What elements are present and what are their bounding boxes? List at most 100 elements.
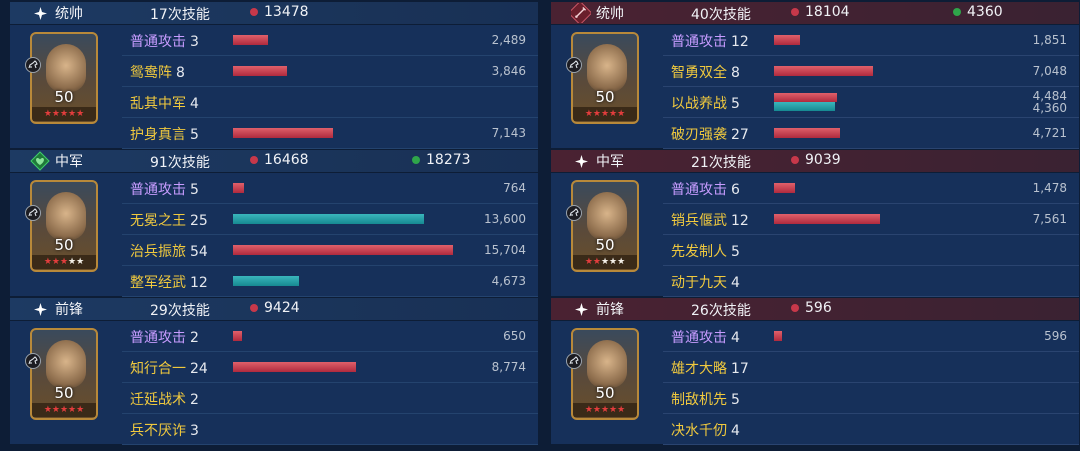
skill-name-text: 普通攻击 — [130, 330, 186, 346]
damage-value: 9039 — [805, 152, 841, 168]
right-team-column: 统帅 40次技能 18104 4360 50 ★★★★★ 普通攻击 12 1,851 智勇双全 8 7… — [551, 0, 1079, 451]
star-icon — [571, 299, 591, 319]
skill-row[interactable]: 无冕之王 25 13,600 — [122, 204, 538, 235]
level-label: 50 — [54, 88, 74, 106]
skill-row[interactable]: 迁延战术 2 — [122, 383, 538, 414]
skill-row[interactable]: 智勇双全 8 7,048 — [663, 56, 1079, 87]
general-header: 中军 21次技能 9039 — [551, 150, 1079, 172]
row-divider — [663, 444, 1079, 445]
level-label: 50 — [595, 236, 615, 254]
damage-value: 596 — [1044, 329, 1067, 343]
skill-row[interactable]: 销兵偃武 12 7,561 — [663, 204, 1079, 235]
skill-row[interactable]: 普通攻击 4 596 — [663, 321, 1079, 352]
general-portrait[interactable]: 50 ★★★★★ — [571, 32, 639, 124]
damage-total: 9424 — [250, 300, 300, 316]
skill-name: 普通攻击 3 — [130, 31, 199, 51]
skill-row[interactable]: 整军经武 12 4,673 — [122, 266, 538, 297]
role-label: 中军 — [30, 150, 83, 172]
skill-name: 迁延战术 2 — [130, 389, 199, 409]
horse-icon — [25, 205, 41, 221]
skill-row[interactable]: 破刃强袭 27 4,721 — [663, 118, 1079, 149]
skill-row[interactable]: 护身真言 5 7,143 — [122, 118, 538, 149]
damage-bar — [774, 93, 837, 102]
skill-name-text: 制敌机先 — [671, 392, 727, 408]
skill-name: 制敌机先 5 — [671, 389, 740, 409]
skill-use-count: 8 — [176, 65, 185, 81]
skill-name-text: 乱其中军 — [130, 96, 186, 112]
role-name: 前锋 — [55, 302, 83, 318]
damage-value: 16468 — [264, 152, 309, 168]
skill-row[interactable]: 普通攻击 5 764 — [122, 173, 538, 204]
damage-bar — [233, 331, 242, 341]
general-header: 统帅 40次技能 18104 4360 — [551, 2, 1079, 24]
skill-row[interactable]: 鸳鸯阵 8 3,846 — [122, 56, 538, 87]
general-portrait[interactable]: 50 ★★★★★ — [30, 328, 98, 420]
skill-use-count: 8 — [731, 65, 740, 81]
skill-row[interactable]: 乱其中军 4 — [122, 87, 538, 118]
skill-use-count: 5 — [731, 96, 740, 112]
heal-bar — [774, 102, 835, 111]
skill-name: 普通攻击 5 — [130, 179, 199, 199]
damage-dot-icon — [250, 156, 258, 164]
skill-row[interactable]: 普通攻击 3 2,489 — [122, 25, 538, 56]
skill-row[interactable]: 知行合一 24 8,774 — [122, 352, 538, 383]
skill-name-text: 知行合一 — [130, 361, 186, 377]
role-label: 中军 — [571, 150, 624, 172]
general-header: 统帅 17次技能 13478 — [10, 2, 538, 24]
damage-value: 18104 — [805, 4, 850, 20]
heal-bar — [233, 276, 299, 286]
skill-row[interactable]: 普通攻击 2 650 — [122, 321, 538, 352]
skill-name-text: 普通攻击 — [671, 182, 727, 198]
general-header: 前锋 26次技能 596 — [551, 298, 1079, 320]
heal-dot-icon — [412, 156, 420, 164]
damage-value: 7,143 — [491, 126, 526, 140]
skill-name-text: 销兵偃武 — [671, 213, 727, 229]
left-team-column: 统帅 17次技能 13478 50 ★★★★★ 普通攻击 3 2,489 鸳鸯阵 8 3,846 乱其… — [10, 0, 538, 451]
general-portrait[interactable]: 50 ★★★★★ — [30, 32, 98, 124]
general-portrait[interactable]: 50 ★★★★★ — [571, 328, 639, 420]
row-divider — [663, 148, 1079, 149]
skill-name-text: 普通攻击 — [130, 34, 186, 50]
role-label: 统帅 — [571, 2, 624, 24]
heal-value: 18273 — [426, 152, 471, 168]
general-portrait[interactable]: 50 ★★★★★ — [571, 180, 639, 272]
skill-name: 智勇双全 8 — [671, 62, 740, 82]
damage-bar — [233, 183, 244, 193]
skill-use-count: 12 — [731, 34, 749, 50]
star-icon — [30, 3, 50, 23]
horse-icon — [566, 353, 582, 369]
skill-rows: 普通攻击 4 596 雄才大略 17 制敌机先 5 决水千仞 4 — [663, 321, 1079, 445]
skill-use-count: 24 — [190, 361, 208, 377]
skill-row[interactable]: 普通攻击 12 1,851 — [663, 25, 1079, 56]
general-portrait[interactable]: 50 ★★★★★ — [30, 180, 98, 272]
skill-row[interactable]: 先发制人 5 — [663, 235, 1079, 266]
skill-use-count: 4 — [731, 330, 740, 346]
damage-value: 7,048 — [1032, 64, 1067, 78]
skill-name: 鸳鸯阵 8 — [130, 62, 185, 82]
general-block: 前锋 26次技能 596 50 ★★★★★ 普通攻击 4 596 雄才大略 17 制敌机先 5 决水千仞… — [551, 298, 1079, 445]
portrait-face — [46, 340, 86, 388]
battle-stats-screen: 统帅 17次技能 13478 50 ★★★★★ 普通攻击 3 2,489 鸳鸯阵 8 3,846 乱其… — [0, 0, 1080, 451]
general-body: 50 ★★★★★ 普通攻击 5 764 无冕之王 25 13,600 治兵振旅 54 15,704 整… — [10, 173, 538, 297]
skill-row[interactable]: 以战养战 5 4,484 4,360 — [663, 87, 1079, 118]
role-name: 统帅 — [55, 6, 83, 22]
skill-use-count: 17 — [731, 361, 749, 377]
skill-row[interactable]: 普通攻击 6 1,478 — [663, 173, 1079, 204]
star-icon — [571, 151, 591, 171]
skill-row[interactable]: 治兵振旅 54 15,704 — [122, 235, 538, 266]
skill-row[interactable]: 制敌机先 5 — [663, 383, 1079, 414]
skill-rows: 普通攻击 3 2,489 鸳鸯阵 8 3,846 乱其中军 4 护身真言 5 7,143 — [122, 25, 538, 149]
skill-name-text: 鸳鸯阵 — [130, 65, 172, 81]
skill-name-text: 破刃强袭 — [671, 127, 727, 143]
sword-icon — [571, 3, 591, 23]
general-header: 中军 91次技能 16468 18273 — [10, 150, 538, 172]
damage-value: 15,704 — [484, 243, 526, 257]
skill-row[interactable]: 兵不厌诈 3 — [122, 414, 538, 445]
horse-icon — [566, 205, 582, 221]
skill-name: 普通攻击 12 — [671, 31, 749, 51]
general-body: 50 ★★★★★ 普通攻击 4 596 雄才大略 17 制敌机先 5 决水千仞 4 — [551, 321, 1079, 445]
skill-row[interactable]: 动于九天 4 — [663, 266, 1079, 297]
skill-use-count: 5 — [190, 182, 199, 198]
skill-row[interactable]: 决水千仞 4 — [663, 414, 1079, 445]
skill-row[interactable]: 雄才大略 17 — [663, 352, 1079, 383]
